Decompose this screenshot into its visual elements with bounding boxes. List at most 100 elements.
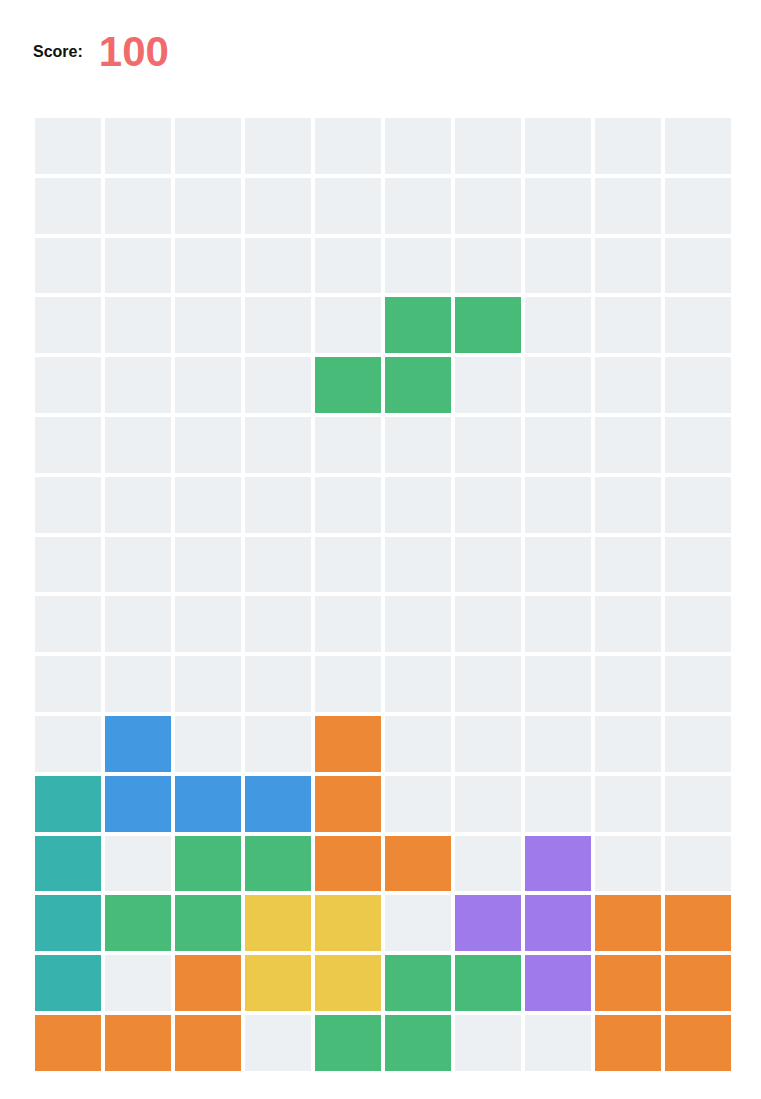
empty-cell [175,118,241,174]
filled-cell [315,1015,381,1071]
filled-cell [455,895,521,951]
empty-cell [595,357,661,413]
empty-cell [525,1015,591,1071]
empty-cell [35,118,101,174]
empty-cell [315,118,381,174]
empty-cell [35,417,101,473]
empty-cell [665,596,731,652]
empty-cell [455,776,521,832]
empty-cell [35,477,101,533]
filled-cell [175,836,241,892]
empty-cell [175,297,241,353]
empty-cell [35,537,101,593]
empty-cell [175,477,241,533]
empty-cell [385,537,451,593]
empty-cell [665,477,731,533]
filled-cell [385,955,451,1011]
filled-cell [665,1015,731,1071]
filled-cell [245,836,311,892]
board[interactable] [35,118,731,1071]
empty-cell [245,477,311,533]
empty-cell [105,596,171,652]
empty-cell [455,417,521,473]
score-label: Score: [33,43,83,61]
filled-cell [105,1015,171,1071]
empty-cell [315,297,381,353]
empty-cell [595,118,661,174]
empty-cell [35,716,101,772]
empty-cell [455,178,521,234]
empty-cell [105,357,171,413]
empty-cell [105,417,171,473]
empty-cell [105,656,171,712]
empty-cell [245,596,311,652]
empty-cell [385,178,451,234]
empty-cell [595,537,661,593]
empty-cell [385,776,451,832]
empty-cell [595,417,661,473]
filled-cell [385,357,451,413]
empty-cell [595,178,661,234]
filled-cell [175,955,241,1011]
empty-cell [175,178,241,234]
empty-cell [525,238,591,294]
empty-cell [665,417,731,473]
empty-cell [455,118,521,174]
filled-cell [245,776,311,832]
empty-cell [35,297,101,353]
empty-cell [175,596,241,652]
empty-cell [175,238,241,294]
empty-cell [455,477,521,533]
empty-cell [525,357,591,413]
empty-cell [105,297,171,353]
filled-cell [385,1015,451,1071]
score-bar: Score: 100 [33,28,731,76]
filled-cell [105,895,171,951]
empty-cell [315,178,381,234]
empty-cell [105,537,171,593]
empty-cell [175,716,241,772]
filled-cell [525,955,591,1011]
filled-cell [525,895,591,951]
empty-cell [595,776,661,832]
empty-cell [525,477,591,533]
filled-cell [245,895,311,951]
empty-cell [175,537,241,593]
empty-cell [455,1015,521,1071]
empty-cell [595,477,661,533]
filled-cell [595,955,661,1011]
empty-cell [245,238,311,294]
score-value: 100 [99,31,169,73]
empty-cell [665,357,731,413]
empty-cell [665,297,731,353]
empty-cell [665,238,731,294]
empty-cell [455,836,521,892]
filled-cell [455,297,521,353]
empty-cell [245,118,311,174]
empty-cell [35,357,101,413]
empty-cell [455,357,521,413]
empty-cell [245,297,311,353]
empty-cell [385,656,451,712]
empty-cell [35,178,101,234]
empty-cell [525,118,591,174]
filled-cell [595,1015,661,1071]
empty-cell [665,118,731,174]
empty-cell [315,477,381,533]
empty-cell [385,596,451,652]
empty-cell [595,656,661,712]
empty-cell [595,238,661,294]
game: Score: 100 [0,0,761,1071]
empty-cell [455,238,521,294]
empty-cell [595,297,661,353]
filled-cell [525,836,591,892]
empty-cell [105,836,171,892]
filled-cell [385,836,451,892]
empty-cell [245,178,311,234]
filled-cell [315,716,381,772]
empty-cell [385,238,451,294]
empty-cell [105,118,171,174]
empty-cell [315,238,381,294]
filled-cell [455,955,521,1011]
empty-cell [315,656,381,712]
